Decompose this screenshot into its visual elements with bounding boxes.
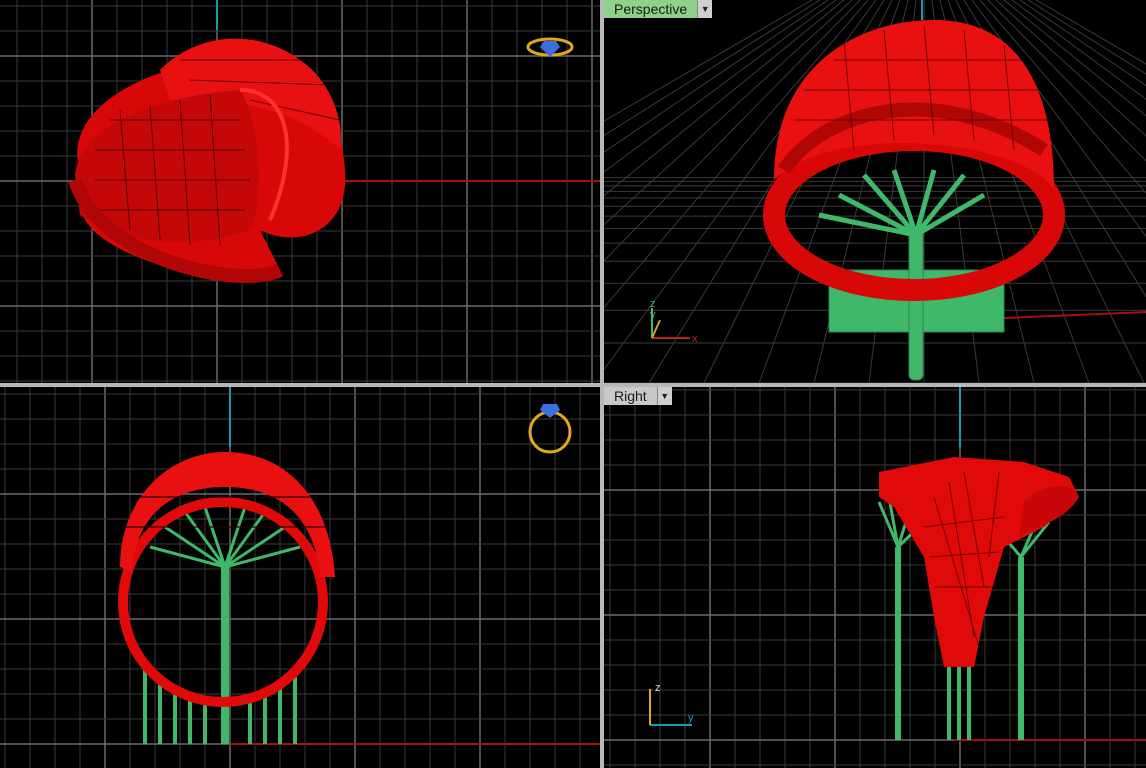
axis-indicator-perspective: z y x [650,298,698,345]
viewport-label-right[interactable]: Right ▼ [604,387,672,405]
dropdown-arrow-icon[interactable]: ▼ [656,387,672,405]
viewport-top[interactable] [0,0,600,383]
grid-top [0,0,600,383]
ring-orientation-icon [528,404,572,454]
axis-label-y: y [650,309,656,321]
viewport-divider-horizontal[interactable] [0,383,1146,387]
grid-right: z y [604,387,1146,768]
grid-front [0,387,600,768]
ring-orientation-icon [526,37,574,57]
axis-label-z: z [655,682,661,694]
dropdown-arrow-icon[interactable]: ▼ [697,0,713,18]
axis-label-y: y [688,712,694,724]
viewport-front[interactable] [0,387,600,768]
viewport-label-perspective[interactable]: Perspective ▼ [604,0,713,18]
axis-label-x: x [692,333,698,345]
ring-model-top[interactable] [68,38,346,283]
axis-indicator-right: z y [649,682,694,726]
x-axis-line [1003,311,1146,319]
grid-perspective: z y x [604,0,1146,383]
viewport-title-perspective[interactable]: Perspective [604,0,698,18]
viewport-perspective[interactable]: z y x Perspective ▼ [604,0,1146,383]
ring-model-right[interactable] [879,457,1079,667]
viewport-divider-vertical[interactable] [600,0,604,768]
support-structure-front [143,506,301,744]
viewport-title-right[interactable]: Right [604,387,657,405]
viewport-right[interactable]: z y Right ▼ [604,387,1146,768]
